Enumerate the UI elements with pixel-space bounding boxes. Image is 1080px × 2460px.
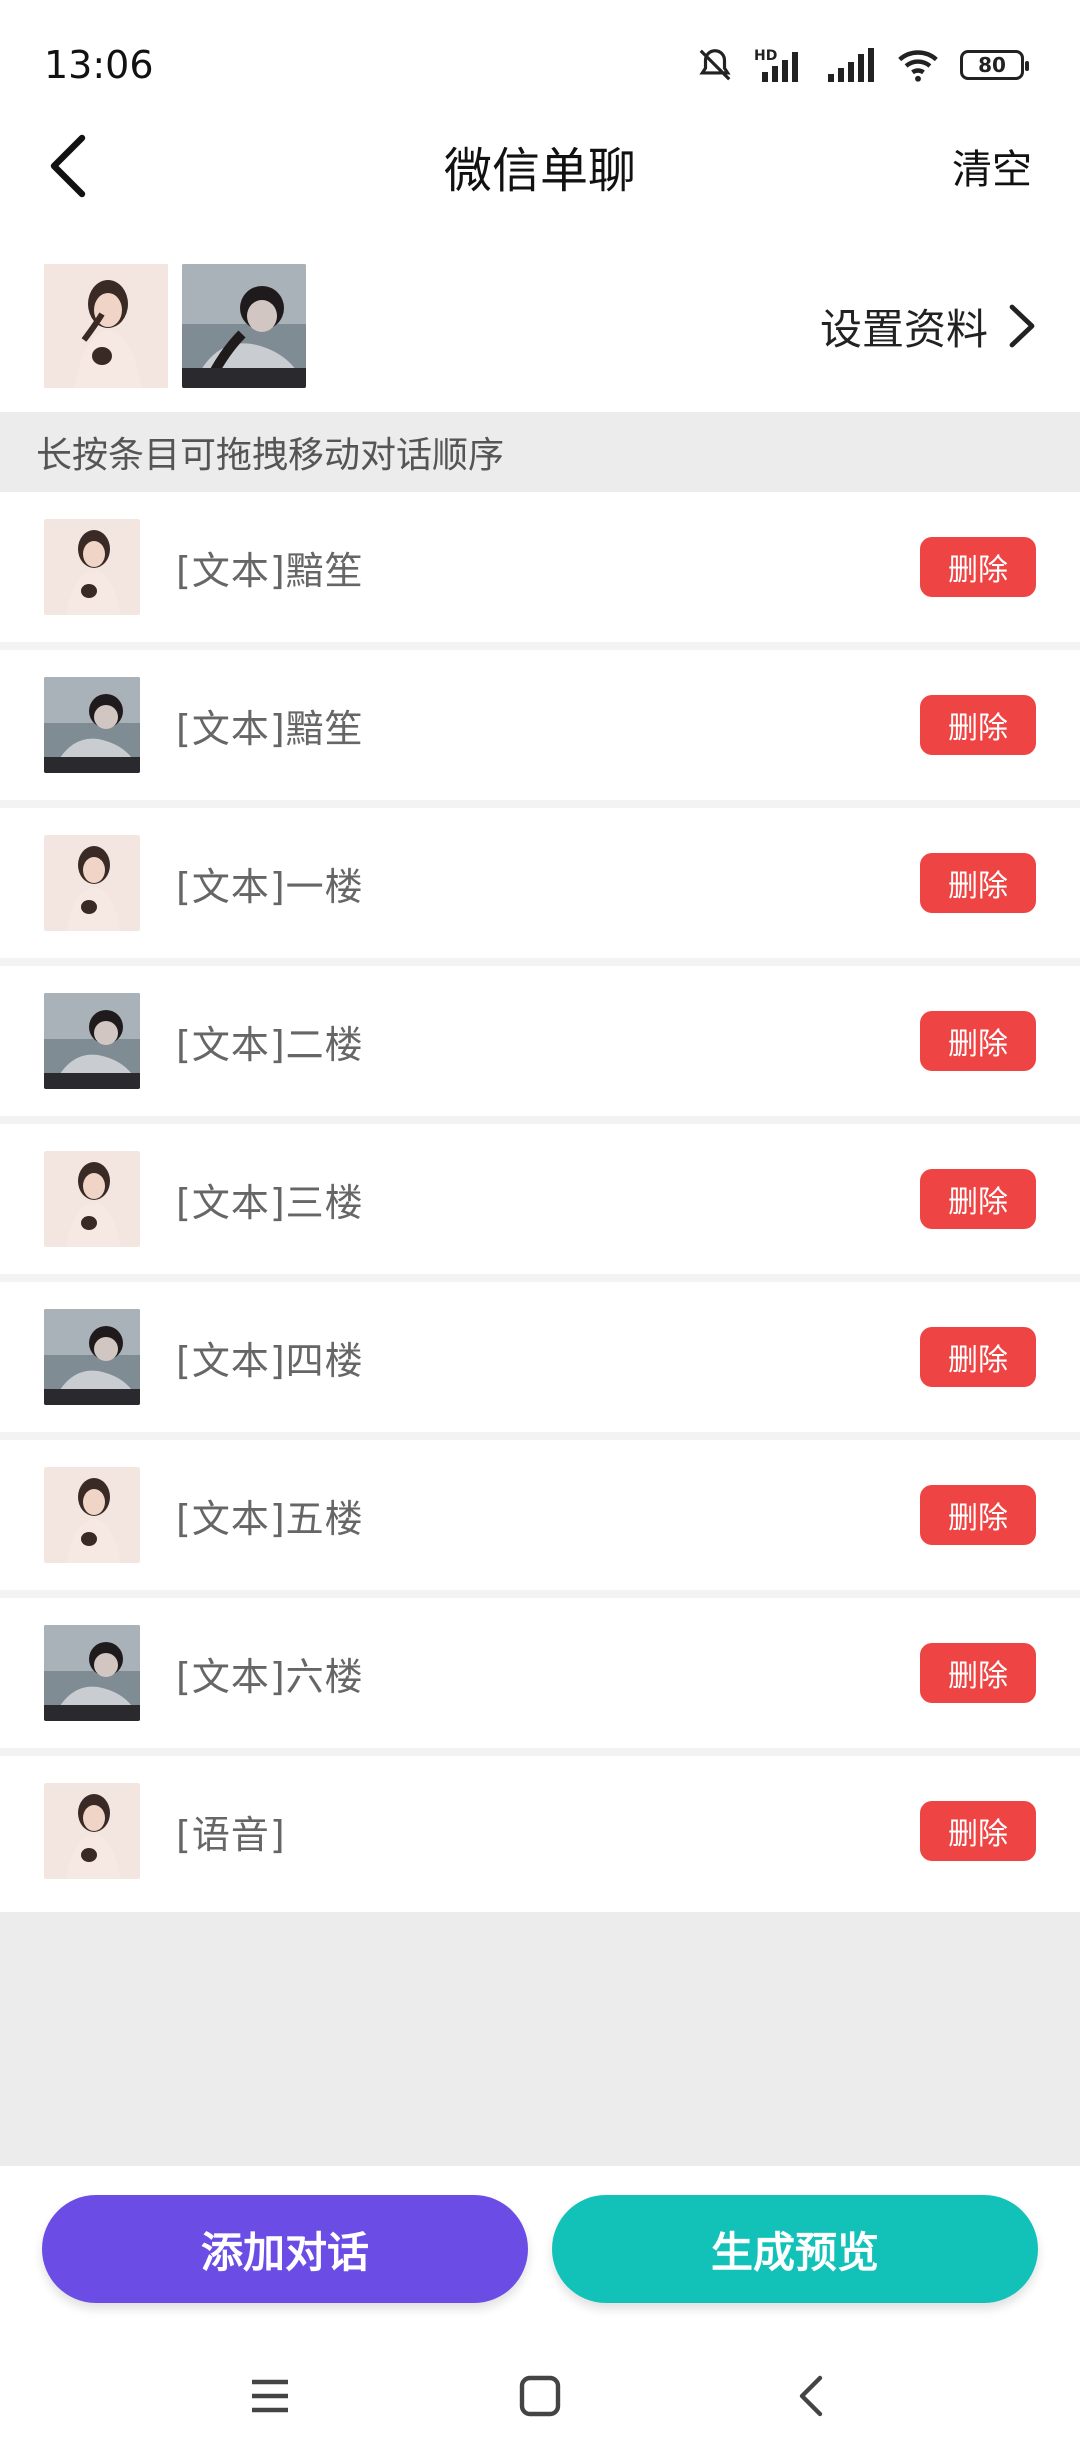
- profile-setting-link[interactable]: 设置资料: [820, 296, 1036, 357]
- battery-level: 80: [978, 53, 1006, 77]
- delete-button[interactable]: 删除: [920, 1327, 1036, 1387]
- status-time: 13:06: [44, 43, 154, 87]
- profile-row[interactable]: 设置资料: [0, 240, 1080, 412]
- delete-button[interactable]: 删除: [920, 1485, 1036, 1545]
- menu-nav-button[interactable]: [240, 2366, 300, 2426]
- battery-icon: 80: [960, 50, 1029, 80]
- chevron-right-icon: [1009, 304, 1035, 348]
- message-text: [文本]二楼: [176, 1022, 364, 1067]
- back-nav-icon: [799, 2375, 823, 2417]
- message-text: [文本]三楼: [176, 1180, 364, 1225]
- delete-button[interactable]: 删除: [920, 1011, 1036, 1071]
- list-item[interactable]: [语音] 删除: [0, 1756, 1080, 1906]
- message-text: [文本]一楼: [176, 864, 364, 909]
- generate-preview-button[interactable]: 生成预览: [552, 2195, 1038, 2303]
- list-item[interactable]: [文本]二楼 删除: [0, 966, 1080, 1124]
- status-icons: HD 80: [696, 46, 1029, 84]
- list-item[interactable]: [文本]五楼 删除: [0, 1440, 1080, 1598]
- delete-button[interactable]: 删除: [920, 853, 1036, 913]
- male-avatar: [44, 993, 140, 1089]
- list-item[interactable]: [文本]黯笙 删除: [0, 650, 1080, 808]
- message-text: [文本]四楼: [176, 1338, 364, 1383]
- list-item[interactable]: [文本]一楼 删除: [0, 808, 1080, 966]
- delete-button[interactable]: 删除: [920, 1169, 1036, 1229]
- female-avatar: [44, 1151, 140, 1247]
- signal-icon: [828, 48, 874, 82]
- signal-hd-icon: HD: [754, 48, 798, 82]
- message-text: [语音]: [176, 1812, 286, 1857]
- message-text: [文本]黯笙: [176, 548, 364, 593]
- page-title: 微信单聊: [443, 143, 636, 199]
- male-avatar[interactable]: [182, 264, 306, 388]
- wifi-icon: [898, 50, 938, 82]
- back-arrow-icon: [50, 134, 86, 198]
- delete-button[interactable]: 删除: [920, 695, 1036, 755]
- home-nav-button[interactable]: [510, 2366, 570, 2426]
- delete-button[interactable]: 删除: [920, 1643, 1036, 1703]
- menu-icon: [252, 2379, 288, 2413]
- female-avatar[interactable]: [44, 264, 168, 388]
- message-text: [文本]五楼: [176, 1496, 364, 1541]
- female-avatar: [44, 1783, 140, 1879]
- male-avatar: [44, 1309, 140, 1405]
- male-avatar: [44, 1625, 140, 1721]
- profile-setting-label: 设置资料: [819, 304, 988, 354]
- list-item[interactable]: [文本]三楼 删除: [0, 1124, 1080, 1282]
- message-list: [文本]黯笙 删除 [文本]黯笙 删除 [文本]一楼 删除 [文本]二楼 删除 …: [0, 492, 1080, 1906]
- home-square-icon: [519, 2375, 561, 2417]
- system-navigation: [0, 2332, 1080, 2460]
- female-avatar: [44, 835, 140, 931]
- message-text: [文本]六楼: [176, 1654, 364, 1699]
- female-avatar: [44, 519, 140, 615]
- female-avatar: [44, 1467, 140, 1563]
- delete-button[interactable]: 删除: [920, 537, 1036, 597]
- nav-bar: 微信单聊 清空: [0, 110, 1080, 222]
- back-nav-button[interactable]: [780, 2366, 840, 2426]
- clear-button[interactable]: 清空: [952, 137, 1032, 195]
- delete-button[interactable]: 删除: [920, 1801, 1036, 1861]
- bottom-actions: 添加对话 生成预览: [0, 2166, 1080, 2332]
- add-dialog-button[interactable]: 添加对话: [42, 2195, 528, 2303]
- male-avatar: [44, 677, 140, 773]
- drag-hint: 长按条目可拖拽移动对话顺序: [0, 412, 1080, 492]
- list-item[interactable]: [文本]六楼 删除: [0, 1598, 1080, 1756]
- svg-text:HD: HD: [754, 48, 777, 64]
- message-text: [文本]黯笙: [176, 706, 364, 751]
- list-item[interactable]: [文本]四楼 删除: [0, 1282, 1080, 1440]
- back-button[interactable]: [32, 128, 104, 204]
- list-item[interactable]: [文本]黯笙 删除: [0, 492, 1080, 650]
- empty-area: [0, 1912, 1080, 2166]
- mute-bell-icon: [699, 49, 731, 81]
